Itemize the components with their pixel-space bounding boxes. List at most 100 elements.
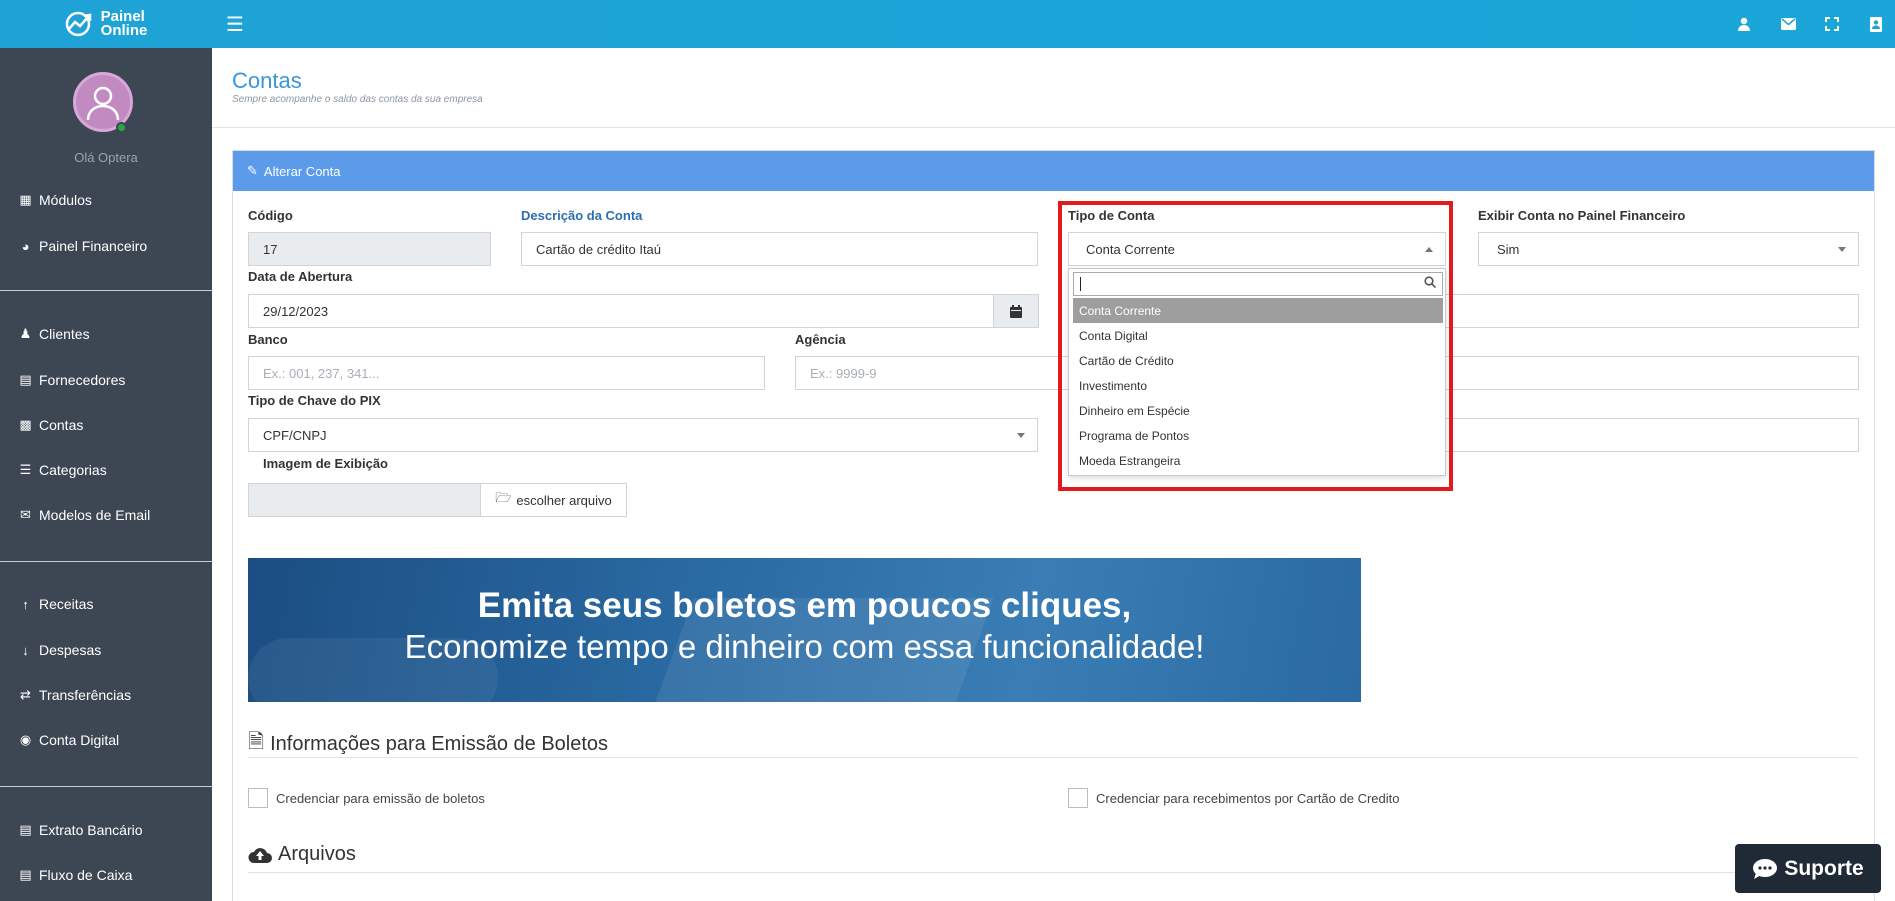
grid-icon: ▦ (19, 192, 32, 207)
users-icon: ♟ (19, 326, 32, 341)
sidebar-item-modelos-email[interactable]: ✉ Modelos de Email (18, 507, 150, 523)
boleto-promo-banner[interactable]: Emita seus boletos em poucos cliques, Ec… (248, 558, 1361, 702)
boletos-checkbox[interactable] (248, 788, 268, 808)
abertura-label: Data de Abertura (248, 269, 353, 284)
account-card-icon[interactable] (1867, 15, 1885, 33)
user-icon[interactable] (1735, 15, 1753, 33)
sidebar: Olá Optera ▦ Módulos ◕ Painel Financeiro ♟… (0, 48, 212, 901)
boletos-section-title: 🗎 Informações para Emissão de Boletos (248, 727, 608, 761)
building-icon: ▩ (19, 417, 32, 432)
cartao-checkbox-label: Credenciar para recebimentos por Cartão … (1096, 791, 1400, 806)
pix-select[interactable]: CPF/CNPJ (248, 418, 1038, 452)
sidebar-item-label: Clientes (39, 326, 90, 342)
sidebar-divider (0, 786, 212, 787)
agencia-input[interactable]: Ex.: 9999-9 (795, 356, 1075, 390)
chat-icon (1753, 858, 1778, 879)
sidebar-item-clientes[interactable]: ♟ Clientes (18, 326, 90, 342)
arquivos-section-title: Arquivos (248, 843, 356, 866)
fullscreen-icon[interactable] (1823, 15, 1841, 33)
sidebar-item-label: Categorias (39, 462, 107, 478)
mail-icon[interactable] (1779, 15, 1797, 33)
sidebar-item-conta-digital[interactable]: ◉ Conta Digital (18, 732, 119, 748)
logo-line2: Online (100, 22, 148, 39)
bar-chart-icon: ▤ (19, 372, 32, 387)
support-button[interactable]: Suporte (1735, 844, 1881, 893)
boletos-title-text: Informações para Emissão de Boletos (270, 732, 609, 755)
app-logo[interactable]: Painel Online (0, 0, 212, 48)
sidebar-item-label: Conta Digital (39, 732, 120, 748)
page-header: Contas Sempre acompanhe o saldo das cont… (212, 48, 1895, 128)
user-avatar-icon (86, 86, 120, 121)
arrow-up-icon: ↑ (22, 596, 29, 612)
area-chart-icon: ▤ (19, 867, 32, 882)
pix-value: CPF/CNPJ (263, 427, 327, 443)
sidebar-item-modulos[interactable]: ▦ Módulos (18, 192, 92, 208)
sidebar-item-label: Fornecedores (39, 372, 126, 388)
arquivos-title-text: Arquivos (278, 843, 356, 865)
logo-text: Painel Online (100, 9, 148, 39)
banner-headline: Emita seus boletos em poucos cliques, (477, 586, 1132, 625)
support-label: Suporte (1784, 856, 1864, 880)
choose-file-button[interactable]: 🗁 escolher arquivo (480, 483, 627, 517)
sidebar-item-label: Modelos de Email (39, 507, 151, 523)
user-greeting: Olá Optera (74, 150, 138, 165)
cloud-upload-icon (248, 847, 272, 863)
exibir-select[interactable]: Sim (1478, 232, 1859, 266)
sidebar-item-painel-financeiro[interactable]: ◕ Painel Financeiro (18, 238, 148, 254)
page-title: Contas (232, 68, 302, 93)
pie-chart-icon: ◕ (21, 238, 30, 254)
codigo-field: 17 (248, 232, 491, 266)
banco-input[interactable]: Ex.: 001, 237, 341... (248, 356, 765, 390)
banco-placeholder: Ex.: 001, 237, 341... (263, 365, 380, 381)
sidebar-item-categorias[interactable]: ☰ Categorias (18, 462, 107, 478)
sidebar-item-transferencias[interactable]: ⇄ Transferências (18, 687, 131, 703)
choose-file-label: escolher arquivo (516, 492, 612, 508)
exchange-icon: ⇄ (20, 687, 31, 702)
arrow-down-icon: ↓ (22, 642, 29, 658)
file-icon: ▤ (19, 822, 32, 837)
sidebar-item-label: Despesas (39, 642, 102, 658)
mail-bulk-icon: ✉ (20, 507, 31, 522)
sidebar-item-contas[interactable]: ▩ Contas (18, 417, 83, 433)
online-status-dot (116, 122, 127, 133)
cartao-checkbox[interactable] (1068, 788, 1088, 808)
sidebar-item-fluxo-caixa[interactable]: ▤ Fluxo de Caixa (18, 867, 132, 883)
abertura-value: 29/12/2023 (263, 303, 329, 319)
codigo-value: 17 (263, 241, 278, 257)
top-icons (1735, 0, 1885, 48)
top-bar: Painel Online ☰ (0, 0, 1895, 48)
agencia-label: Agência (795, 332, 846, 347)
page-subtitle: Sempre acompanhe o saldo das contas da s… (232, 94, 483, 105)
logo-chart-icon (65, 11, 91, 37)
sidebar-item-despesas[interactable]: ↓ Despesas (18, 642, 101, 658)
exibir-value: Sim (1497, 241, 1520, 257)
dollar-file-icon: 🗎 (248, 731, 265, 753)
descricao-label: Descrição da Conta (521, 208, 643, 223)
hidden-right-field[interactable] (1440, 294, 1859, 328)
pix-label: Tipo de Chave do PIX (248, 393, 381, 408)
descricao-value: Cartão de crédito Itaú (536, 241, 662, 257)
banner-subheadline: Economize tempo e dinheiro com essa func… (404, 628, 1205, 665)
banco-label: Banco (248, 332, 288, 347)
sidebar-item-fornecedores[interactable]: ▤ Fornecedores (18, 372, 125, 388)
descricao-input[interactable]: Cartão de crédito Itaú (521, 232, 1038, 266)
calendar-icon (1010, 304, 1022, 318)
calendar-button[interactable] (993, 294, 1039, 328)
sidebar-divider (0, 561, 212, 562)
main-content: Contas Sempre acompanhe o saldo das cont… (212, 48, 1895, 901)
folder-open-icon: 🗁 (495, 490, 512, 505)
exibir-label: Exibir Conta no Painel Financeiro (1478, 208, 1686, 223)
pix-key-input[interactable] (1440, 418, 1859, 452)
abertura-input[interactable]: 29/12/2023 (248, 294, 994, 328)
section-divider (248, 872, 1858, 873)
menu-toggle-icon[interactable]: ☰ (226, 12, 244, 37)
sidebar-item-extrato-bancario[interactable]: ▤ Extrato Bancário (18, 822, 143, 838)
sidebar-item-receitas[interactable]: ↑ Receitas (18, 596, 93, 612)
sidebar-item-label: Extrato Bancário (39, 822, 143, 838)
highlight-box (1058, 201, 1453, 491)
piggy-bank-icon: ◉ (19, 732, 32, 747)
caret-down-icon (1838, 247, 1846, 252)
card-header: ✎ Alterar Conta (233, 151, 1874, 191)
conta-input[interactable] (1440, 356, 1859, 390)
sidebar-item-label: Fluxo de Caixa (39, 867, 133, 883)
